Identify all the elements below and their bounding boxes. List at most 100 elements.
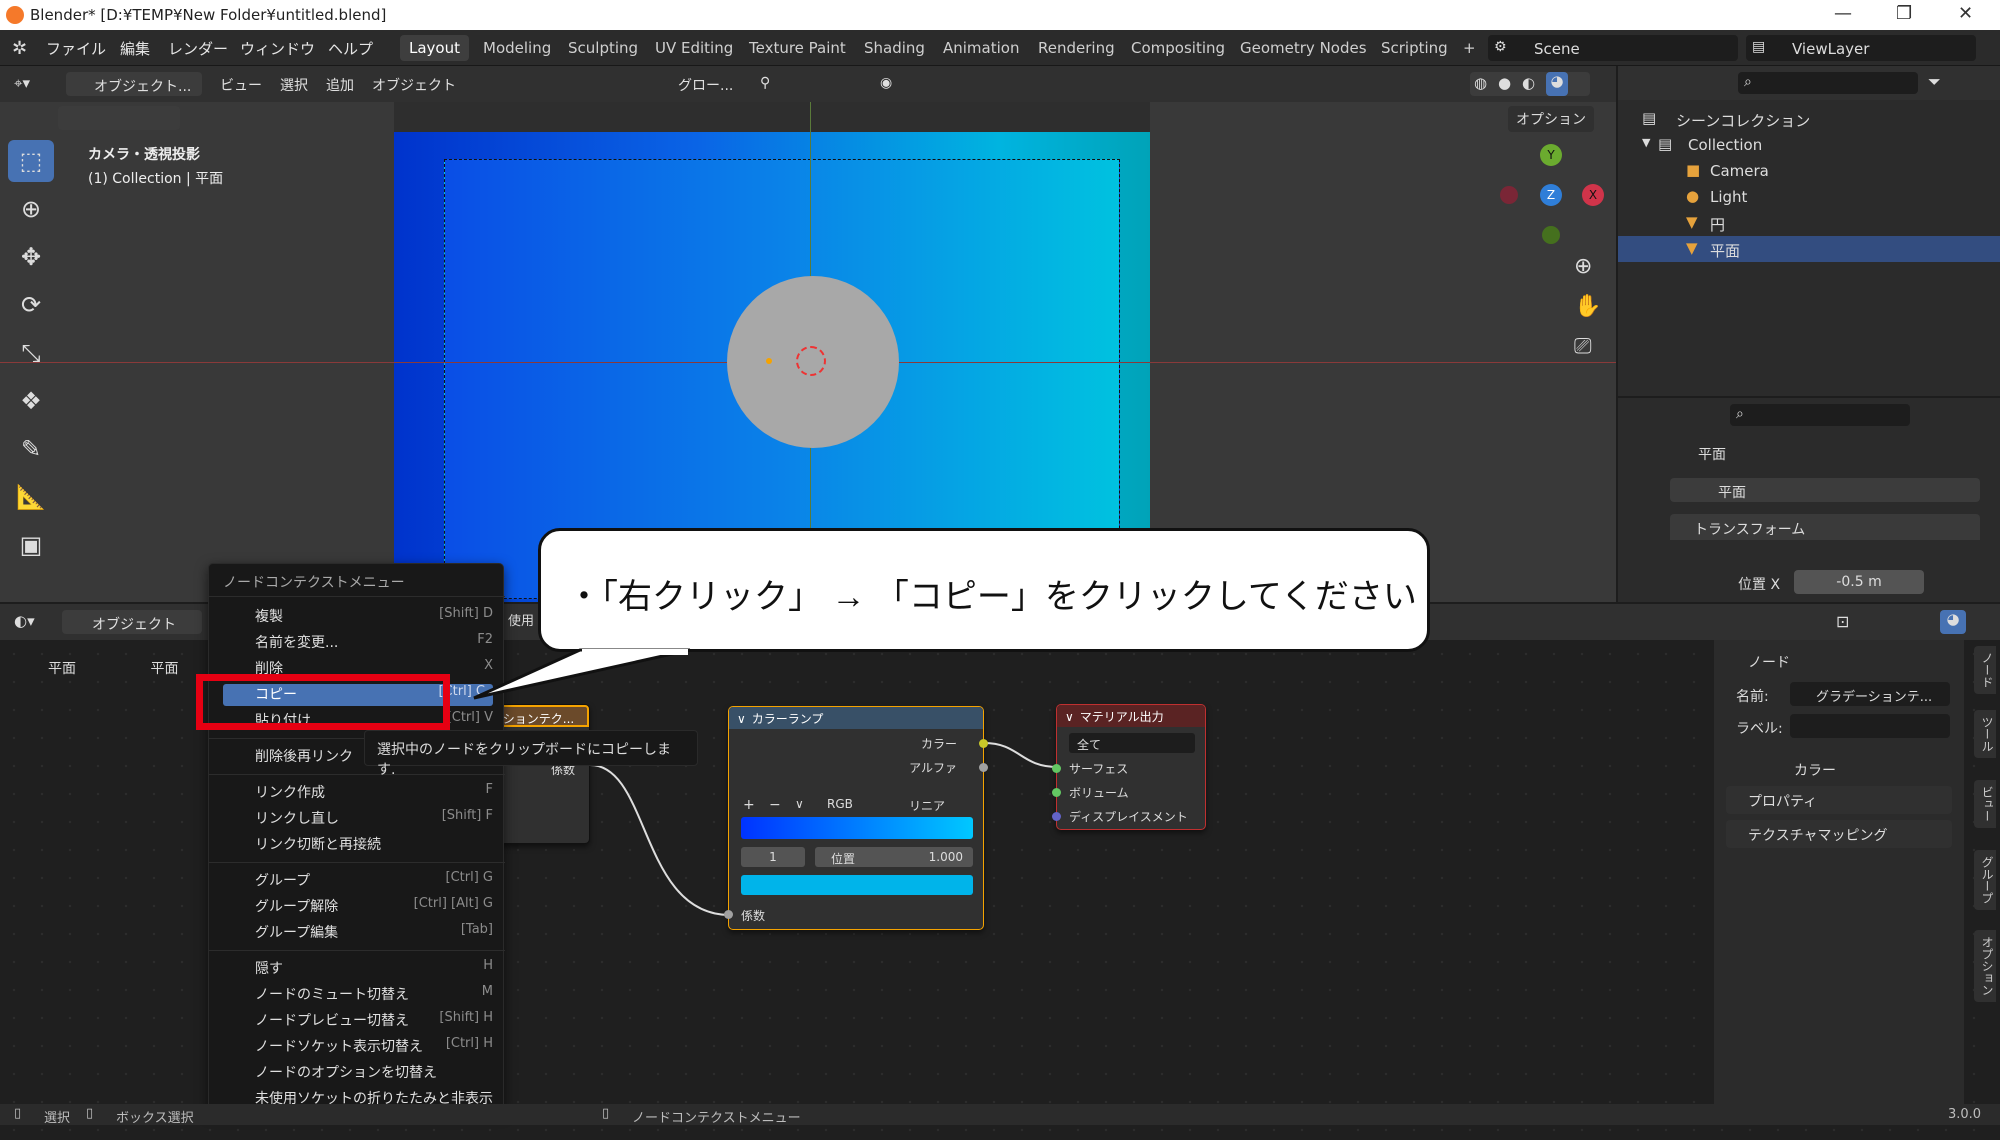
tab-geometry-nodes[interactable]: Geometry Nodes [1231,35,1376,61]
maximize-button[interactable]: ❐ [1896,3,1912,24]
menu-item-hide[interactable]: 隠す H [223,958,493,980]
tab-compositing[interactable]: Compositing [1122,35,1234,61]
npanel-tab-tool[interactable]: ツール [1974,710,1996,758]
expand-icon[interactable]: ▼ [1642,136,1650,149]
menu-item-cut-reconnect[interactable]: リンク切断と再接続 [223,834,493,856]
overlay-icon[interactable]: ◕ [1940,610,1966,634]
color-mode-dropdown[interactable]: RGB [827,797,887,811]
outliner-row-plane[interactable]: ▼ 平面 [1618,236,2000,262]
outliner-row-camera[interactable]: ■ Camera [1618,158,2000,184]
snap-icon[interactable]: ⚲ [760,75,770,91]
close-button[interactable]: ✕ [1958,3,1973,24]
gizmo-neg-y-axis[interactable] [1542,226,1560,244]
node-mode-dropdown[interactable]: オブジェクト [62,610,202,634]
outliner-row-collection[interactable]: ▼ ▤ Collection [1618,132,2000,158]
location-x-field[interactable]: -0.5 m [1794,570,1924,594]
3d-viewport[interactable]: カメラ・透視投影 (1) Collection | 平面 オプション Y Z X… [0,102,1616,602]
menu-item-edit-group[interactable]: グループ編集 [Tab] [223,922,493,944]
ramp-menu-chevron-icon[interactable]: ∨ [795,797,804,811]
collapse-icon[interactable]: ∨ [1065,710,1074,724]
gizmo-z-axis[interactable]: Z [1540,184,1562,206]
viewlayer-selector[interactable]: ▤ ViewLayer [1746,35,1976,61]
tab-modeling[interactable]: Modeling [474,35,560,61]
object-name-field[interactable]: 平面 [1698,444,1726,464]
menu-item-toggle-mute[interactable]: ノードのミュート切替え M [223,984,493,1006]
color-ramp-gradient[interactable] [741,817,973,839]
tab-scripting[interactable]: Scripting [1372,35,1457,61]
tab-rendering[interactable]: Rendering [1029,35,1124,61]
menu-file[interactable]: ファイル [46,38,106,59]
menu-edit[interactable]: 編集 [120,38,150,59]
transform-orientation-dropdown[interactable]: グロー... [678,75,733,95]
interpolation-dropdown[interactable]: リニア [909,797,975,814]
select-box-tool-icon[interactable]: ⬚ [8,140,54,182]
filter-icon[interactable]: ⏷ [1928,72,1941,92]
stop-index-field[interactable]: 1 [741,847,805,867]
node-section-header[interactable]: ノード [1726,648,1952,672]
object-data-field[interactable]: 平面 [1670,478,1980,502]
color-output-socket[interactable] [979,739,988,748]
menu-item-group[interactable]: グループ [Ctrl] G [223,870,493,892]
menu-add[interactable]: 追加 [326,75,354,95]
npanel-tab-group[interactable]: グループ [1974,850,1996,910]
node-name-field[interactable]: グラデーションテ... [1790,682,1950,706]
stop-color-field[interactable] [741,875,973,895]
menu-view[interactable]: ビュー [220,75,262,95]
menu-render[interactable]: レンダー [168,38,228,59]
pin-icon[interactable]: ⊡ [1836,612,1849,631]
properties-search-field[interactable]: ⌕ [1730,404,1910,426]
scene-selector[interactable]: ⚙ Scene [1488,35,1738,61]
transform-tool-icon[interactable]: ❖ [8,380,54,422]
menu-item-duplicate[interactable]: 複製 [Shift] D [223,606,493,628]
blender-menu-icon[interactable]: ✲ [12,38,27,59]
scale-tool-icon[interactable]: ⤡ [8,332,54,374]
add-cube-tool-icon[interactable]: ▣ [8,524,54,566]
move-tool-icon[interactable]: ✥ [8,236,54,278]
tab-sculpting[interactable]: Sculpting [559,35,647,61]
menu-window[interactable]: ウィンドウ [240,38,315,59]
npanel-tab-options[interactable]: オプション [1974,930,1996,1002]
gizmo-x-axis[interactable]: X [1582,184,1604,206]
tab-layout[interactable]: Layout [400,35,469,61]
menu-item-ungroup[interactable]: グループ解除 [Ctrl] [Alt] G [223,896,493,918]
gizmo-neg-x-axis[interactable] [1500,186,1518,204]
camera-view-icon[interactable]: ⎚ [1574,334,1592,359]
outliner-row-scene-collection[interactable]: ▤ シーンコレクション [1618,106,2000,132]
alpha-output-socket[interactable] [979,763,988,772]
measure-tool-icon[interactable]: 📐 [8,476,54,518]
outliner-row-light[interactable]: ● Light [1618,184,2000,210]
properties-section[interactable]: プロパティ [1726,786,1952,814]
menu-item-toggle-sockets[interactable]: ノードソケット表示切替え [Ctrl] H [223,1036,493,1058]
stop-position-field[interactable]: 位置 1.000 [815,847,973,867]
texmap-section[interactable]: テクスチャマッピング [1726,820,1952,848]
displacement-input-socket[interactable] [1052,812,1061,821]
menu-item-toggle-options[interactable]: ノードのオプションを切替え [223,1062,493,1084]
annotate-tool-icon[interactable]: ✎ [8,428,54,470]
npanel-tab-node[interactable]: ノード [1974,646,1996,694]
add-workspace-button[interactable]: + [1454,35,1485,61]
editor-type-icon[interactable]: ⌖▾ [14,74,30,92]
menu-select[interactable]: 選択 [280,75,308,95]
volume-input-socket[interactable] [1052,788,1061,797]
mode-dropdown[interactable]: オブジェクト... [66,72,202,96]
material-output-node[interactable]: ∨ マテリアル出力 全て サーフェス ボリューム ディスプレイスメント [1052,704,1206,830]
gizmo-y-axis[interactable]: Y [1540,144,1562,166]
surface-input-socket[interactable] [1052,764,1061,773]
menu-object[interactable]: オブジェクト [372,75,456,95]
outliner-row-circle[interactable]: ▼ 円 [1618,210,2000,236]
menu-item-relink[interactable]: リンクし直し [Shift] F [223,808,493,830]
proportional-edit-icon[interactable]: ◉ [880,75,892,91]
minimize-button[interactable]: — [1834,3,1852,24]
options-dropdown[interactable]: オプション [1508,106,1594,132]
remove-stop-button[interactable]: − [769,797,781,813]
menu-help[interactable]: ヘルプ [328,38,373,59]
pan-hand-icon[interactable]: ✋ [1574,294,1601,319]
node-label-field[interactable] [1790,714,1950,738]
shading-buttons[interactable]: ◍ ● ◐ ◕ [1470,72,1590,96]
transform-section-header[interactable]: トランスフォーム [1670,514,1980,540]
tab-shading[interactable]: Shading [855,35,934,61]
tab-texture-paint[interactable]: Texture Paint [740,35,855,61]
cursor-tool-icon[interactable]: ⊕ [8,188,54,230]
tab-animation[interactable]: Animation [934,35,1028,61]
menu-item-toggle-preview[interactable]: ノードプレビュー切替え [Shift] H [223,1010,493,1032]
